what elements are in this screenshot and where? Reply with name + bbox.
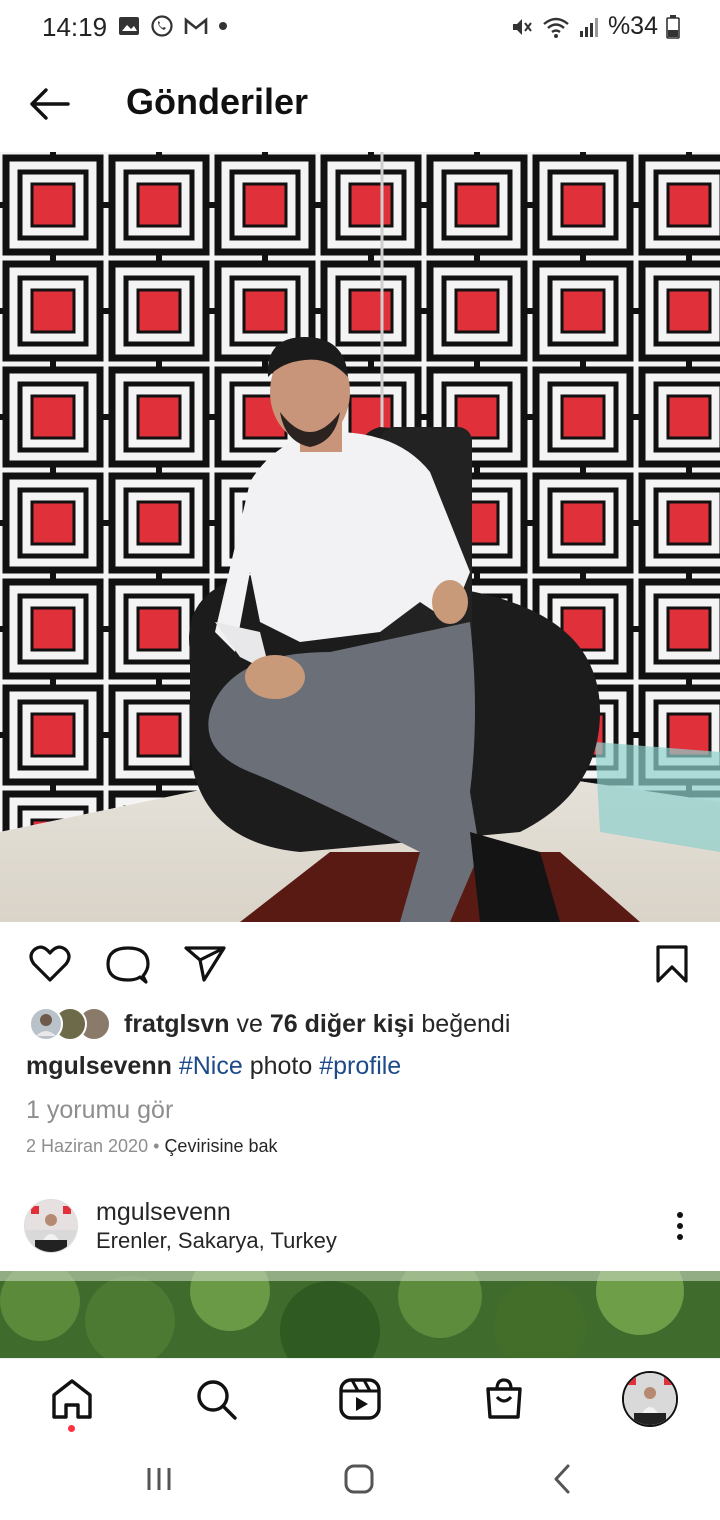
- whatsapp-icon: [151, 15, 173, 37]
- gallery-icon: [119, 17, 139, 35]
- shop-icon: [486, 1378, 522, 1419]
- next-post-location[interactable]: Erenler, Sakarya, Turkey: [96, 1228, 337, 1254]
- profile-avatar-illustration: [624, 1373, 676, 1425]
- home-system-button[interactable]: [342, 1462, 376, 1496]
- hashtag-link[interactable]: #Nice: [179, 1052, 243, 1080]
- nav-home[interactable]: [50, 1377, 94, 1432]
- page-title: Gönderiler: [126, 81, 309, 122]
- next-post-image-illustration: [0, 1271, 720, 1359]
- chevron-left-icon: [554, 1464, 570, 1494]
- reels-icon: [339, 1378, 381, 1420]
- system-navigation: [0, 1438, 720, 1520]
- nav-search[interactable]: [194, 1377, 238, 1421]
- liker-avatars-illustration: [29, 1007, 111, 1041]
- next-post-image[interactable]: [0, 1271, 720, 1359]
- likes-text: fratglsvn ve 76 diğer kişi beğendi: [124, 1010, 510, 1039]
- next-post-username[interactable]: mgulsevenn: [96, 1198, 231, 1227]
- liker-avatars: [29, 1006, 112, 1042]
- post-caption: mgulsevenn #Nice photo #profile: [26, 1052, 401, 1081]
- likes-suffix: beğendi: [421, 1010, 511, 1038]
- notification-icons: [118, 14, 228, 38]
- signal-icon: [579, 17, 598, 37]
- caption-text: photo: [249, 1052, 313, 1080]
- share-button[interactable]: [184, 944, 226, 984]
- status-bar: 14:19 %34: [0, 0, 720, 56]
- paper-plane-icon: [184, 946, 226, 982]
- hashtag-link[interactable]: #profile: [319, 1052, 401, 1080]
- mute-icon: [512, 18, 532, 35]
- battery-icon: [666, 14, 680, 39]
- nav-shop[interactable]: [482, 1377, 526, 1421]
- back-system-button[interactable]: [548, 1462, 578, 1496]
- comment-button[interactable]: [106, 944, 150, 986]
- arrow-left-icon: [30, 88, 70, 120]
- caption-username[interactable]: mgulsevenn: [26, 1052, 172, 1080]
- status-right: %34: [510, 12, 680, 41]
- likes-others[interactable]: 76 diğer kişi: [270, 1010, 415, 1038]
- home-icon: [52, 1379, 92, 1419]
- search-icon: [197, 1380, 237, 1420]
- dot-icon: [219, 22, 227, 30]
- wifi-icon: [543, 17, 569, 38]
- date-separator: •: [153, 1136, 160, 1156]
- bookmark-icon: [656, 945, 688, 983]
- post-actions: [0, 922, 720, 1006]
- avatar[interactable]: [24, 1199, 78, 1253]
- heart-icon: [29, 945, 71, 982]
- post-photo-illustration: [0, 152, 720, 922]
- see-translation-link[interactable]: Çevirisine bak: [164, 1136, 277, 1156]
- post-image[interactable]: [0, 152, 720, 922]
- liker-username[interactable]: fratglsvn: [124, 1010, 230, 1038]
- nav-profile[interactable]: [622, 1371, 678, 1427]
- more-vertical-icon: [677, 1212, 683, 1240]
- save-button[interactable]: [654, 944, 690, 984]
- comment-icon: [106, 946, 150, 984]
- post-date-row: 2 Haziran 2020 • Çevirisine bak: [26, 1136, 277, 1157]
- post-date: 2 Haziran 2020: [26, 1136, 149, 1156]
- status-time: 14:19: [42, 12, 108, 42]
- recent-apps-button[interactable]: [144, 1464, 174, 1494]
- more-options-button[interactable]: [664, 1210, 696, 1244]
- notification-dot: [68, 1425, 75, 1432]
- nav-reels[interactable]: [338, 1377, 382, 1421]
- recent-apps-icon: [147, 1468, 171, 1490]
- battery-percent: %34: [607, 12, 658, 40]
- back-button[interactable]: [26, 84, 72, 124]
- gmail-icon: [184, 17, 208, 34]
- bottom-navigation: [0, 1358, 720, 1439]
- view-comments-link[interactable]: 1 yorumu gör: [26, 1096, 173, 1125]
- likes-row[interactable]: fratglsvn ve 76 diğer kişi beğendi: [0, 1004, 720, 1044]
- app-header: Gönderiler: [0, 56, 720, 152]
- avatar-illustration: [25, 1200, 77, 1252]
- like-button[interactable]: [28, 944, 72, 984]
- home-system-icon: [344, 1464, 374, 1494]
- likes-connector: ve: [236, 1010, 263, 1038]
